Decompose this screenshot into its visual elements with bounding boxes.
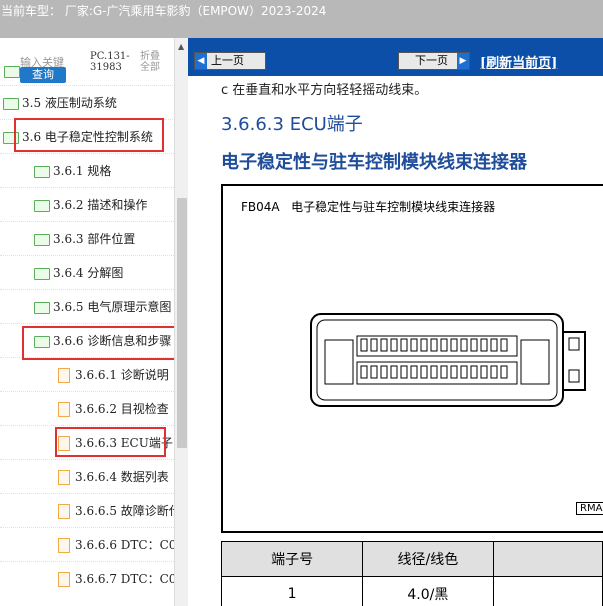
tree-item-3-6-1[interactable]: 3.6.1 规格 <box>0 153 174 188</box>
tree-item-3-6-6-2[interactable]: 3.6.6.2 目视检查 <box>0 391 174 426</box>
section-title: 3.6.6.3 ECU端子 <box>221 114 363 135</box>
tree-item-label: 3.6.6.2 目视检查 <box>75 402 169 416</box>
tree-item-3-6-6-4[interactable]: 3.6.6.4 数据列表 <box>0 459 174 494</box>
tree-item-label: 3.6.1 规格 <box>53 164 112 178</box>
tree-item-label: 3.6.6.6 DTC：C0 <box>75 538 174 552</box>
folder-icon <box>34 301 50 314</box>
folder-icon <box>34 267 50 280</box>
folder-icon <box>3 97 19 110</box>
arrow-right-icon: ▶ <box>457 53 469 69</box>
navigation-bar: ◀ 上一页 下一页 ▶ [刷新当前页] <box>188 38 603 76</box>
tree-item-3-5[interactable]: 3.5 液压制动系统 <box>0 85 174 120</box>
document-icon <box>58 470 70 485</box>
connector-figure: FB04A 电子稳定性与驻车控制模块线束连接器 RMA <box>221 184 603 533</box>
tree-item-label: 3.6.3 部件位置 <box>53 232 136 246</box>
tree-item-label: 3.5 液压制动系统 <box>22 96 117 110</box>
tree-item-3-6-6-7[interactable]: 3.6.6.7 DTC：C0 <box>0 561 174 596</box>
figure-tag: RMA <box>576 502 603 515</box>
folder-icon <box>34 165 50 178</box>
tree-item-3-6-4[interactable]: 3.6.4 分解图 <box>0 255 174 290</box>
table-header-row: 端子号 线径/线色 <box>220 541 603 577</box>
highlight-box <box>22 326 174 360</box>
prev-page-label: 上一页 <box>211 54 244 67</box>
tree-item-3-6-6-6[interactable]: 3.6.6.6 DTC：C0 <box>0 527 174 562</box>
sidebar-tree: 输入关键 查询 PC.131-31983 折叠全部 3.5 液压制动系统 3.6… <box>0 38 174 606</box>
next-page-label: 下一页 <box>415 54 448 67</box>
search-button[interactable]: 查询 <box>20 67 66 83</box>
sidebar-scrollbar[interactable]: ▲ <box>174 38 189 606</box>
search-area: 输入关键 查询 PC.131-31983 折叠全部 <box>0 48 174 88</box>
folder-icon <box>4 66 20 78</box>
vehicle-info: 当前车型： 厂家:G-广汽乘用车影豹（EMPOW）2023-2024 <box>1 4 327 18</box>
tree-item-label: 3.6.6.7 DTC：C0 <box>75 572 174 586</box>
highlight-box <box>14 118 164 152</box>
tree-item-label: 3.6.6.1 诊断说明 <box>75 368 169 382</box>
tree-item-label: 3.6.6.4 数据列表 <box>75 470 169 484</box>
scrollbar-thumb[interactable] <box>177 198 187 448</box>
scroll-up-icon[interactable]: ▲ <box>178 42 184 51</box>
tree-item-label: 3.6.5 电气原理示意图 <box>53 300 172 314</box>
content-pane: ◀ 上一页 下一页 ▶ [刷新当前页] c 在垂直和水平方向轻轻摇动线束。 3.… <box>188 38 603 606</box>
tree-item-3-6-2[interactable]: 3.6.2 描述和操作 <box>0 187 174 222</box>
highlight-box <box>55 427 166 457</box>
tree-item-label: 3.6.2 描述和操作 <box>53 198 148 212</box>
table-cell <box>492 576 603 606</box>
pc-code: PC.131-31983 <box>90 51 130 73</box>
document-icon <box>58 504 70 519</box>
connector-title: 电子稳定性与驻车控制模块线束连接器 <box>221 152 527 173</box>
tree-item-label: 3.6.4 分解图 <box>53 266 124 280</box>
folder-icon <box>34 233 50 246</box>
document-icon <box>58 572 70 587</box>
document-icon <box>58 402 70 417</box>
tree-item-3-6-3[interactable]: 3.6.3 部件位置 <box>0 221 174 256</box>
column-header: 线径/线色 <box>362 541 494 577</box>
figure-title: 电子稳定性与驻车控制模块线束连接器 <box>291 200 496 214</box>
tree-item-3-6-6-1[interactable]: 3.6.6.1 诊断说明 <box>0 357 174 392</box>
tree-item-label: 3.6.6.5 故障诊断代码 <box>75 504 174 518</box>
pin-table: 端子号 线径/线色 1 4.0/黑 <box>220 541 603 606</box>
arrow-left-icon: ◀ <box>195 53 207 69</box>
document-icon <box>58 538 70 553</box>
document-icon <box>58 368 70 383</box>
instruction-text: c 在垂直和水平方向轻轻摇动线束。 <box>221 83 428 98</box>
folder-icon <box>34 199 50 212</box>
figure-code: FB04A <box>241 200 280 214</box>
column-header <box>492 541 603 577</box>
collapse-all-button[interactable]: 折叠全部 <box>140 51 168 73</box>
next-page-button[interactable]: 下一页 ▶ <box>398 52 470 70</box>
refresh-page-link[interactable]: [刷新当前页] <box>480 52 557 71</box>
title-bar: 当前车型： 厂家:G-广汽乘用车影豹（EMPOW）2023-2024 <box>0 0 603 38</box>
column-header: 端子号 <box>220 541 364 577</box>
figure-caption: FB04A 电子稳定性与驻车控制模块线束连接器 <box>241 198 495 215</box>
tree-item-3-6-5[interactable]: 3.6.5 电气原理示意图 <box>0 289 174 324</box>
tree-item-3-6-6-5[interactable]: 3.6.6.5 故障诊断代码 <box>0 493 174 528</box>
table-row: 1 4.0/黑 <box>220 576 603 606</box>
table-cell: 4.0/黑 <box>362 576 494 606</box>
connector-diagram <box>310 313 586 407</box>
table-cell: 1 <box>220 576 364 606</box>
prev-page-button[interactable]: ◀ 上一页 <box>194 52 266 70</box>
